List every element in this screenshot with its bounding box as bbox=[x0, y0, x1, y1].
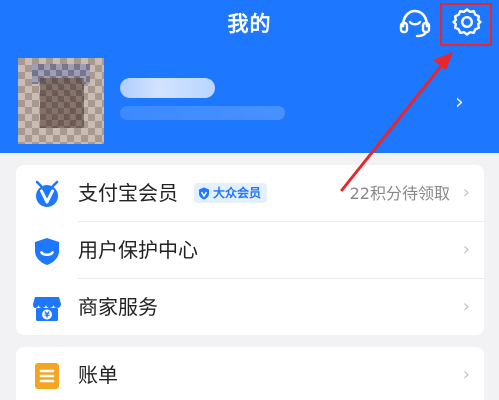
username-blurred bbox=[120, 78, 215, 98]
settings-button[interactable] bbox=[452, 7, 482, 37]
menu-card-services: 支付宝会员 大众会员 22积分待领取 › 用户保护中心 › ¥ 商家服务 › bbox=[16, 165, 484, 335]
menu-card-bills: 账单 › bbox=[16, 347, 484, 400]
shield-icon bbox=[35, 238, 59, 265]
menu-item-label: 商家服务 bbox=[78, 295, 158, 319]
menu-item-label: 用户保护中心 bbox=[78, 238, 198, 262]
chevron-right-icon: › bbox=[462, 239, 470, 260]
avatar-face-pixels bbox=[40, 78, 84, 128]
bill-icon bbox=[35, 363, 59, 389]
chevron-right-icon: › bbox=[462, 364, 470, 385]
menu-item-label: 账单 bbox=[78, 363, 118, 387]
headset-icon bbox=[399, 9, 431, 38]
avatar[interactable] bbox=[18, 58, 104, 144]
member-v-icon bbox=[35, 180, 59, 207]
menu-item-label: 支付宝会员 bbox=[78, 181, 178, 205]
customer-service-button[interactable] bbox=[398, 8, 432, 38]
member-level-text: 大众会员 bbox=[213, 186, 262, 200]
badge-shield-icon bbox=[199, 187, 209, 199]
profile-chevron-icon[interactable]: › bbox=[455, 92, 471, 114]
menu-item-user-protection[interactable]: 用户保护中心 › bbox=[16, 222, 484, 279]
menu-item-merchant-services[interactable]: ¥ 商家服务 › bbox=[16, 279, 484, 335]
chevron-right-icon: › bbox=[462, 296, 470, 317]
chevron-right-icon: › bbox=[462, 182, 470, 203]
member-level-badge: 大众会员 bbox=[194, 183, 268, 203]
gear-icon bbox=[452, 8, 482, 36]
points-pending-text: 22积分待领取 bbox=[349, 184, 450, 203]
menu-item-alipay-member[interactable]: 支付宝会员 大众会员 22积分待领取 › bbox=[16, 165, 484, 222]
svg-text:¥: ¥ bbox=[44, 311, 50, 320]
top-header: 我的 › bbox=[0, 0, 499, 153]
store-icon: ¥ bbox=[33, 297, 61, 321]
account-info-blurred bbox=[120, 106, 285, 120]
menu-item-bill[interactable]: 账单 › bbox=[16, 347, 484, 400]
